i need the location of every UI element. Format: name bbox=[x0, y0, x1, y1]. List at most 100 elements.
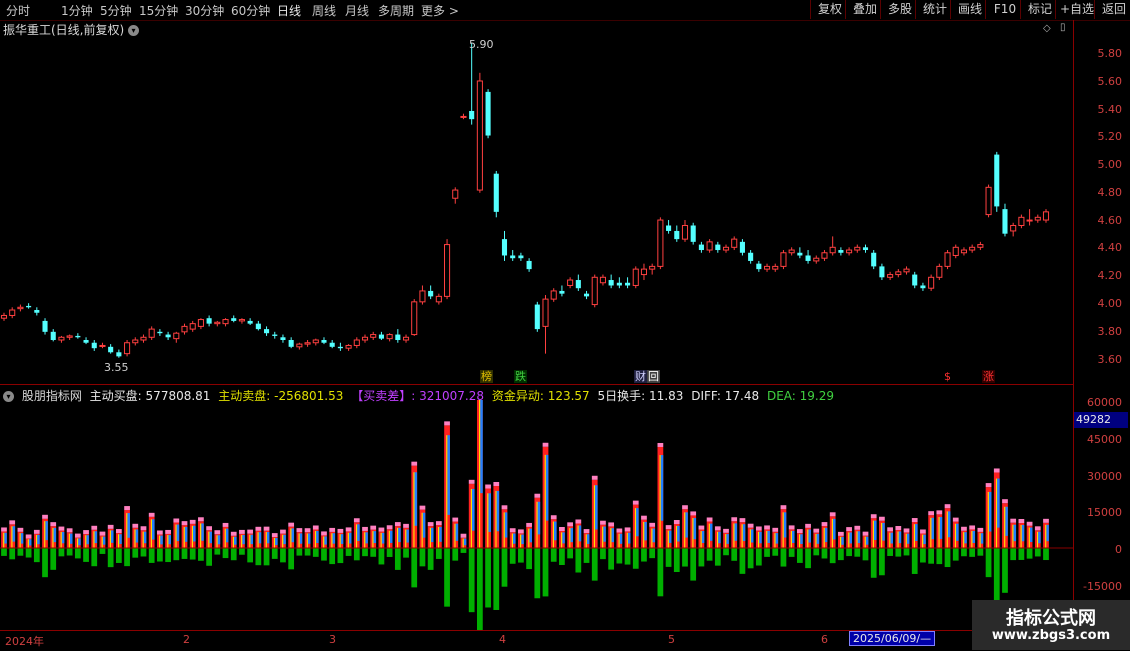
stats-button[interactable]: 统计 bbox=[915, 0, 954, 19]
event-marker-die[interactable]: 跌 bbox=[514, 370, 527, 383]
buy-bar-cap bbox=[591, 475, 598, 480]
buy-bar-cap bbox=[575, 519, 582, 524]
buy-bar-mid-order bbox=[659, 455, 661, 548]
candle-body bbox=[813, 257, 820, 262]
buy-bar-big-order bbox=[307, 533, 311, 544]
event-marker-hui[interactable]: 回 bbox=[647, 370, 660, 383]
buy-bar-cap bbox=[682, 505, 688, 510]
buy-bar-mid-order bbox=[716, 531, 719, 548]
buy-bar-mid-order bbox=[191, 525, 193, 548]
buy-bar-mid-order bbox=[831, 518, 833, 548]
buy-bar-mid-order bbox=[979, 533, 981, 548]
period-tab-15min[interactable]: 15分钟 bbox=[139, 2, 178, 19]
candle bbox=[1026, 209, 1033, 226]
period-tab-60min[interactable]: 60分钟 bbox=[231, 2, 270, 19]
candle-body bbox=[493, 173, 499, 212]
candle bbox=[214, 320, 221, 327]
candle-body bbox=[846, 249, 853, 254]
sell-bar bbox=[657, 548, 664, 597]
sell-bar bbox=[829, 548, 836, 564]
period-tab-multi[interactable]: 多周期 bbox=[378, 2, 414, 19]
event-marker-bang[interactable]: 榜 bbox=[480, 370, 493, 383]
period-tab-5min[interactable]: 5分钟 bbox=[100, 2, 132, 19]
period-tab-30min[interactable]: 30分钟 bbox=[185, 2, 224, 19]
buy-bar-mid-order bbox=[741, 524, 743, 548]
sell-bar bbox=[312, 548, 319, 557]
buy-bar-mid-order bbox=[265, 532, 267, 548]
sell-bar bbox=[567, 548, 573, 559]
buy-bar-cap bbox=[1, 527, 7, 532]
period-tab-1min[interactable]: 1分钟 bbox=[61, 2, 93, 19]
sell-bar bbox=[887, 548, 893, 556]
sell-bar bbox=[911, 548, 918, 574]
buy-bar-big-order bbox=[677, 525, 680, 542]
candle-body bbox=[435, 295, 442, 303]
sell-bar bbox=[255, 548, 262, 566]
sell-bar bbox=[493, 548, 500, 610]
diamond-icon[interactable]: ◇ bbox=[1043, 23, 1051, 34]
candle bbox=[706, 239, 713, 253]
buy-bar-mid-order bbox=[618, 533, 620, 548]
sell-bar bbox=[673, 548, 680, 572]
candle-body bbox=[26, 305, 32, 308]
candle bbox=[189, 320, 196, 332]
price-tick: 3.80 bbox=[1097, 325, 1123, 338]
event-marker-cai[interactable]: 财 bbox=[634, 370, 647, 383]
candle-body bbox=[1026, 219, 1033, 222]
buy-bar-cap bbox=[25, 534, 32, 539]
candle bbox=[353, 337, 360, 349]
back-button[interactable]: 返回 bbox=[1094, 0, 1130, 19]
buy-bar-mid-order bbox=[208, 531, 210, 548]
period-tab-monthly[interactable]: 月线 bbox=[345, 2, 369, 19]
buy-bar-big-order bbox=[151, 519, 155, 540]
candle-body bbox=[674, 230, 680, 240]
buy-bar-mid-order bbox=[446, 435, 448, 548]
buy-bar-mid-order bbox=[757, 531, 760, 548]
buy-bar-cap bbox=[739, 518, 746, 523]
overlay-button[interactable]: 叠加 bbox=[845, 0, 884, 19]
candle bbox=[58, 335, 65, 343]
chevron-down-icon[interactable]: ▾ bbox=[128, 25, 140, 36]
buy-bar-big-order bbox=[94, 531, 98, 544]
candle-body bbox=[58, 336, 65, 341]
event-marker-zhang[interactable]: 涨 bbox=[982, 370, 995, 383]
mark-button[interactable]: 标记 bbox=[1020, 0, 1059, 19]
buy-bar-cap bbox=[862, 531, 869, 536]
buy-bar-cap bbox=[928, 511, 935, 516]
buy-bar-mid-order bbox=[282, 534, 284, 548]
sell-bar bbox=[731, 548, 738, 561]
buy-bar-cap bbox=[649, 522, 656, 527]
f10-button[interactable]: F10 bbox=[985, 0, 1024, 19]
period-tab-more[interactable]: 更多 > bbox=[421, 2, 459, 19]
fuquan-button[interactable]: 复权 bbox=[810, 0, 849, 19]
period-tab-fenshi[interactable]: 分时 bbox=[6, 2, 30, 19]
candle bbox=[920, 282, 926, 291]
buy-bar-big-order bbox=[242, 535, 245, 545]
candle bbox=[99, 342, 106, 349]
multi-stock-button[interactable]: 多股 bbox=[880, 0, 919, 19]
candle-body bbox=[632, 268, 639, 286]
event-marker-dollar[interactable]: $ bbox=[943, 370, 952, 383]
buy-bar-cap bbox=[411, 461, 418, 466]
sell-bar bbox=[821, 548, 828, 559]
indicator-chart[interactable] bbox=[0, 400, 1073, 630]
candle-body bbox=[583, 293, 590, 297]
candlestick-chart[interactable] bbox=[0, 36, 1073, 370]
draw-line-button[interactable]: 画线 bbox=[950, 0, 989, 19]
add-watchlist-button[interactable]: +自选 bbox=[1055, 0, 1098, 19]
buy-bar-mid-order bbox=[881, 522, 883, 548]
sell-bar bbox=[1043, 548, 1049, 561]
candle bbox=[321, 337, 327, 345]
sell-bar bbox=[198, 548, 204, 561]
sell-bar bbox=[526, 548, 532, 570]
layout-icon[interactable]: ▯ bbox=[1060, 22, 1066, 33]
candle-body bbox=[780, 252, 787, 267]
buy-bar-cap bbox=[518, 529, 524, 534]
buy-bar-big-order bbox=[636, 508, 639, 537]
candle-body bbox=[985, 186, 992, 216]
buy-bar-big-order bbox=[135, 529, 139, 543]
candle bbox=[722, 244, 730, 253]
period-tab-weekly[interactable]: 周线 bbox=[312, 2, 336, 19]
period-tab-daily[interactable]: 日线 bbox=[277, 2, 301, 19]
buy-bar-cap bbox=[198, 517, 204, 522]
